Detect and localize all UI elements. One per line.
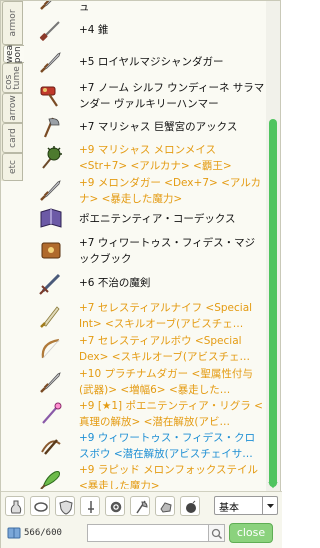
foxtail-icon[interactable] <box>37 464 65 489</box>
tab-label: card <box>7 128 18 148</box>
potion-icon <box>10 500 22 514</box>
view-mode-value: 基本 <box>219 503 239 514</box>
search-icon <box>211 528 223 540</box>
hammer-icon[interactable] <box>37 82 65 110</box>
list-item[interactable]: +7 マリシャス 巨蟹宮のアックス <box>25 113 265 141</box>
item-name: +7 セレスティアルナイフ <Special Int> <スキルオーブ(アビスチ… <box>79 302 253 330</box>
ore-icon <box>160 502 172 513</box>
dagger-icon <box>88 501 94 513</box>
item-name: +7 セレスティアルボウ <Special Dex> <スキルオーブ(アビスチェ… <box>79 335 250 363</box>
tab-label: armor <box>7 9 18 37</box>
filter-button-shield[interactable] <box>55 496 75 516</box>
tab-label: arrow <box>7 95 18 121</box>
tab-weapon[interactable]: wea pon <box>3 45 24 63</box>
list-item[interactable]: +9 メロンダガー <Dex+7> <アルカナ> <暴走した魔力> <box>25 175 265 205</box>
tab-costume[interactable]: cos tume <box>2 63 22 93</box>
tab-label: etc <box>7 159 18 175</box>
dagger-icon[interactable] <box>37 48 65 76</box>
item-name: +5 ロイヤルマジシャンダガー <box>79 56 224 68</box>
scrollbar[interactable] <box>266 1 280 491</box>
bow-icon[interactable] <box>37 335 65 363</box>
inventory-tabs: armor wea pon cos tume arrow card etc <box>1 1 24 181</box>
book-icon[interactable] <box>37 205 65 233</box>
gear-icon <box>110 501 122 513</box>
filter-button-gear[interactable] <box>105 496 125 516</box>
list-item[interactable]: +9 [★1] ポエニテンティア・リグラ <真理の解放> <潜在解放(アビ… <box>25 398 265 430</box>
crossbow-icon[interactable] <box>37 432 65 460</box>
ring-icon <box>34 502 48 512</box>
filter-button-potion[interactable] <box>5 496 25 516</box>
item-name: +7 ウィワートゥス・フィデス・マジックブック <box>79 237 256 265</box>
filter-button-ring[interactable] <box>30 496 50 516</box>
search-input[interactable] <box>87 524 209 542</box>
awl-icon[interactable] <box>37 16 65 44</box>
search-button[interactable] <box>209 524 225 542</box>
list-item[interactable]: +7 セレスティアルボウ <Special Dex> <スキルオーブ(アビスチェ… <box>25 333 265 365</box>
tab-etc[interactable]: etc <box>2 153 22 181</box>
tab-label: wea pon <box>5 44 23 64</box>
item-name: +9 ウィワートゥス・フィデス・クロスボウ <潜在解放(アビスチェイサ… <box>79 432 256 460</box>
rod-icon[interactable] <box>37 400 65 428</box>
item-name: +7 ノーム シルフ ウンディーネ サラマンダー ヴァルキリーハンマー <box>79 82 265 110</box>
scroll-thumb[interactable] <box>269 119 277 487</box>
bottom-bar: 基本 566/600 close <box>1 491 282 548</box>
close-button[interactable]: close <box>229 523 273 543</box>
list-item[interactable]: ポエニテンティア・コーデックス <box>25 206 265 232</box>
list-item[interactable]: +5 ロイヤルマジシャンダガー <box>25 47 265 77</box>
tab-arrow[interactable]: arrow <box>2 93 22 123</box>
filter-button-dagger[interactable] <box>80 496 100 516</box>
axe-icon <box>136 500 148 514</box>
filter-button-ore[interactable] <box>155 496 175 516</box>
knife-icon[interactable] <box>37 302 65 330</box>
tab-card[interactable]: card <box>2 123 22 153</box>
item-list: ュ +4 錐 +5 ロイヤルマジシャンダガー +7 ノーム シルフ ウンディーネ サラ… <box>25 1 265 489</box>
bomb-icon <box>186 500 196 513</box>
scroll-down-arrow-icon[interactable] <box>268 481 278 489</box>
list-item[interactable]: +9 ラピッド メロンフォックステイル <暴走した魔力> <box>25 462 265 489</box>
magic-book-icon[interactable] <box>37 237 65 265</box>
item-name: +9 ラピッド メロンフォックステイル <暴走した魔力> <box>79 464 259 489</box>
book-icon <box>7 527 21 539</box>
filter-button-axe[interactable] <box>130 496 150 516</box>
list-item[interactable]: +6 不治の魔剣 <box>25 269 265 297</box>
list-item[interactable]: +9 マリシャス メロンメイス <Str+7> <アルカナ> <覇王> <box>25 141 265 175</box>
item-name: +9 マリシャス メロンメイス <Str+7> <アルカナ> <覇王> <box>79 144 232 172</box>
capacity-count: 566/600 <box>24 528 62 538</box>
filter-button-bomb[interactable] <box>180 496 200 516</box>
item-name: +9 [★1] ポエニテンティア・リグラ <真理の解放> <潜在解放(アビ… <box>79 400 263 428</box>
list-item[interactable]: +10 プラチナムダガー <聖属性付与(武器)> <増幅6> <暴走した… <box>25 365 265 398</box>
view-mode-select[interactable]: 基本 <box>214 496 278 515</box>
tab-armor[interactable]: armor <box>2 1 22 45</box>
dropdown-arrow[interactable] <box>262 497 277 514</box>
inventory-window: armor wea pon cos tume arrow card etc ュ +4 錐 +5… <box>0 0 282 548</box>
dagger-icon[interactable] <box>37 176 65 204</box>
dagger-icon[interactable] <box>37 1 65 13</box>
item-name: +10 プラチナムダガー <聖属性付与(武器)> <増幅6> <暴走した… <box>79 368 253 396</box>
item-name: +9 メロンダガー <Dex+7> <アルカナ> <暴走した魔力> <box>79 177 262 205</box>
list-item[interactable]: +7 ノーム シルフ ウンディーネ サラマンダー ヴァルキリーハンマー <box>25 79 265 113</box>
item-name: ポエニテンティア・コーデックス <box>79 213 236 225</box>
list-item[interactable]: +9 ウィワートゥス・フィデス・クロスボウ <潜在解放(アビスチェイサ… <box>25 430 265 462</box>
list-item[interactable]: +4 錐 <box>25 15 265 45</box>
list-item[interactable]: +7 セレスティアルナイフ <Special Int> <スキルオーブ(アビスチ… <box>25 299 265 333</box>
tab-label: cos tume <box>3 66 22 90</box>
mace-icon[interactable] <box>37 144 65 172</box>
item-name: +7 マリシャス 巨蟹宮のアックス <box>79 121 238 133</box>
item-name: +6 不治の魔剣 <box>79 277 151 289</box>
shield-icon <box>59 500 73 515</box>
sword-icon[interactable] <box>37 269 65 297</box>
item-name: +4 錐 <box>79 24 109 36</box>
dagger-icon[interactable] <box>37 368 65 396</box>
axe-icon[interactable] <box>37 113 65 141</box>
list-item[interactable]: ュ <box>25 1 265 15</box>
chevron-down-icon <box>267 504 274 508</box>
list-item[interactable]: +7 ウィワートゥス・フィデス・マジックブック <box>25 233 265 269</box>
item-name: ュ <box>79 1 90 13</box>
